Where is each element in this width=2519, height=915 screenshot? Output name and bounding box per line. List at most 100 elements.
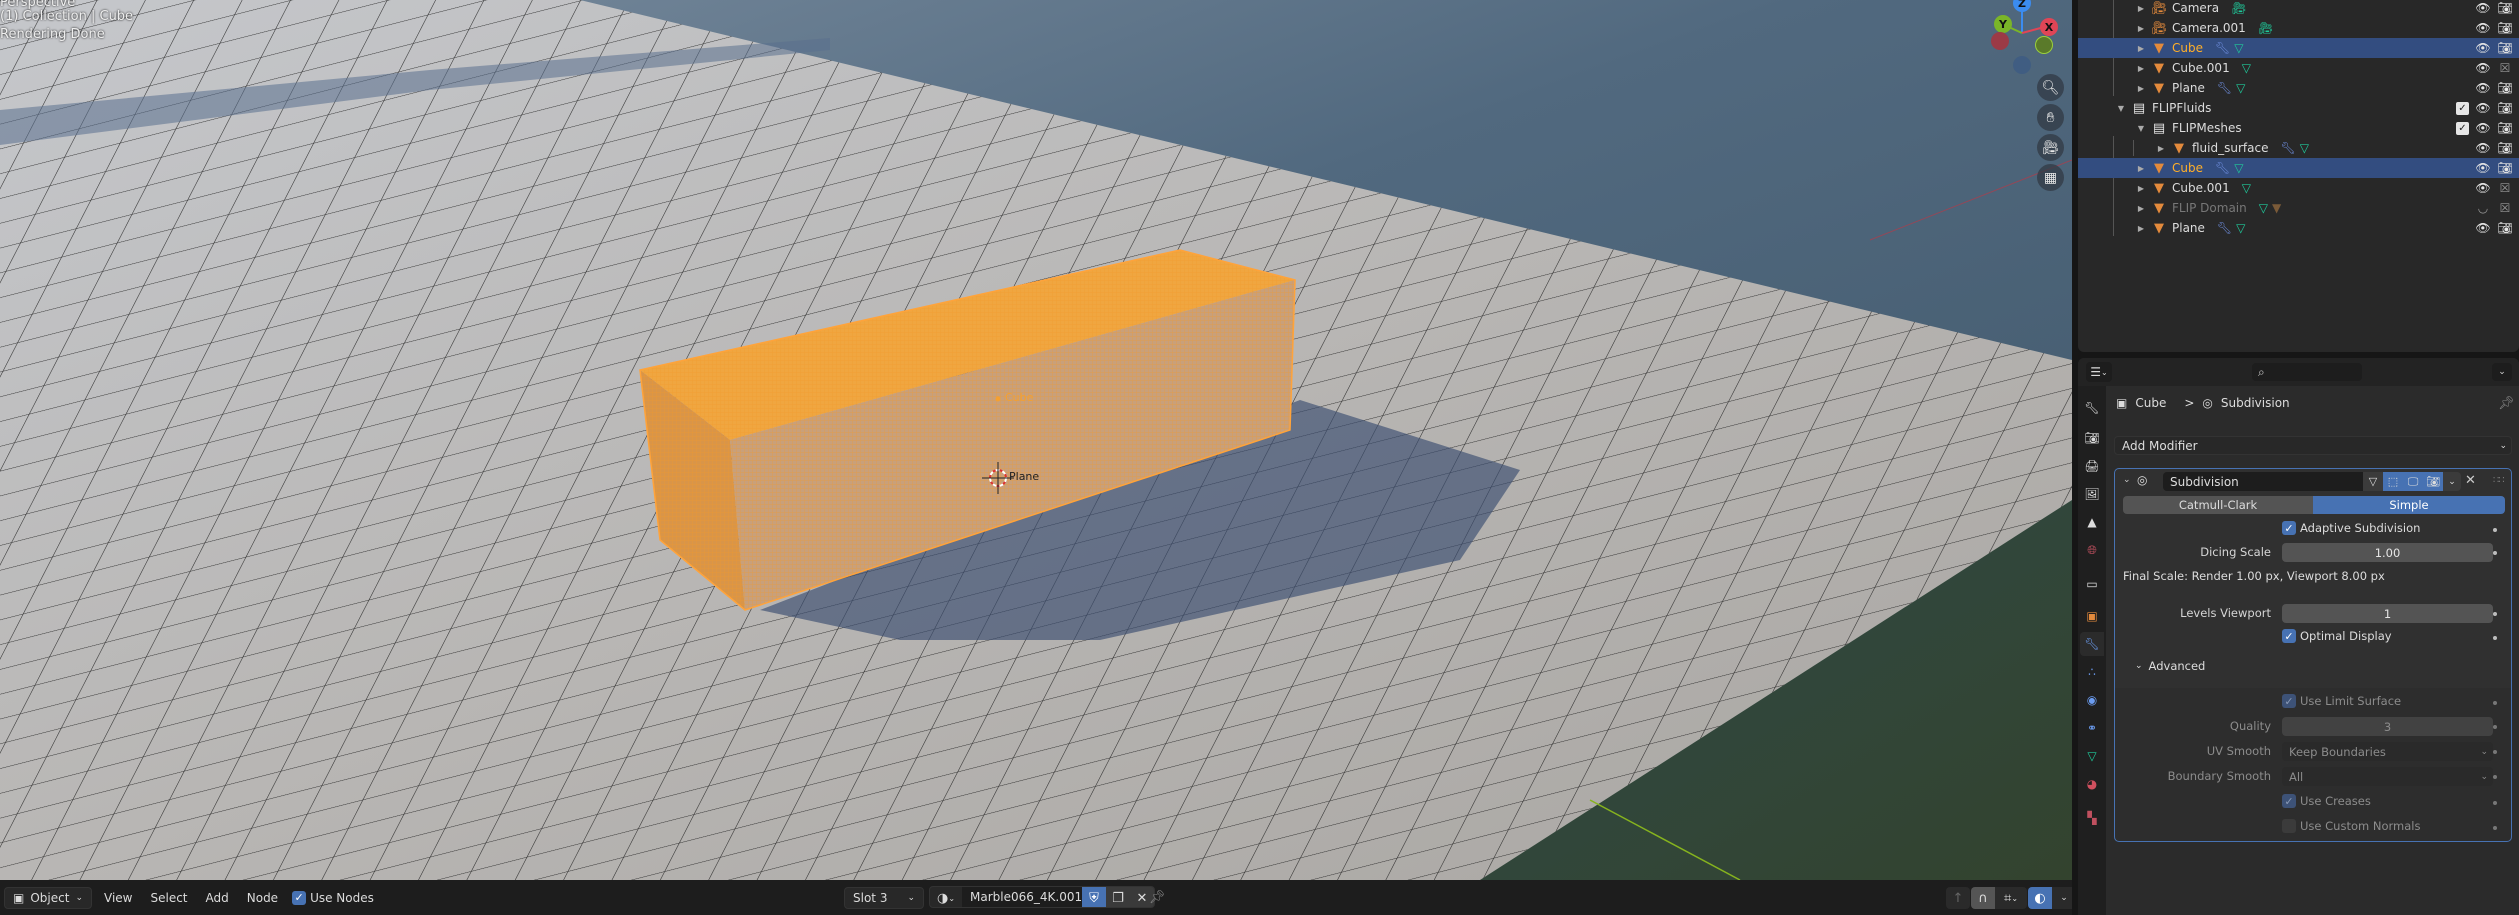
use-nodes-toggle[interactable]: ✓ Use Nodes bbox=[290, 887, 376, 909]
eye-icon[interactable]: 👁︎ bbox=[2475, 140, 2491, 156]
zoom-icon[interactable]: 🔍︎ bbox=[2037, 74, 2064, 101]
checkbox-checked-icon[interactable]: ✓ bbox=[2282, 521, 2296, 535]
render-camera-icon[interactable]: 📷︎ bbox=[2497, 140, 2513, 156]
add-modifier-dropdown[interactable]: Add Modifier ⌄ bbox=[2114, 436, 2512, 455]
outliner-row[interactable]: ▶ ▼ Cube.001 ▽ 👁︎ ☒ bbox=[2078, 58, 2519, 78]
eye-icon[interactable]: 👁︎ bbox=[2475, 40, 2491, 56]
expand-arrow-icon[interactable]: ▶ bbox=[2136, 24, 2146, 33]
levels-viewport-field[interactable]: 1 bbox=[2282, 604, 2493, 623]
render-camera-icon[interactable]: 📷︎ bbox=[2497, 160, 2513, 176]
outliner-row[interactable]: ▶ ▼ Cube 🔧︎ ▽ 👁︎ 📷︎ bbox=[2078, 38, 2519, 58]
outliner-row[interactable]: ▶ ▼ Plane 🔧︎ ▽ 👁︎ 📷︎ bbox=[2078, 78, 2519, 98]
outliner-row[interactable]: ▶ 🎥︎ Camera.001 🎥︎ 👁︎ 📷︎ bbox=[2078, 18, 2519, 38]
use-creases-checkbox[interactable]: ✓ Use Creases bbox=[2282, 794, 2371, 808]
render-camera-icon[interactable]: 📷︎ bbox=[2423, 472, 2443, 491]
boundary-smooth-dropdown[interactable]: All ⌄ bbox=[2282, 767, 2493, 786]
collapse-chevron-icon[interactable]: ⌄ bbox=[2123, 475, 2131, 485]
tab-object-icon[interactable]: ▣ bbox=[2080, 604, 2104, 628]
modifier-menu-chevron-icon[interactable]: ⌄ bbox=[2443, 472, 2461, 491]
menu-node[interactable]: Node bbox=[241, 887, 284, 909]
render-camera-icon[interactable]: 📷︎ bbox=[2497, 220, 2513, 236]
eye-icon[interactable]: 👁︎ bbox=[2475, 0, 2491, 16]
properties-editor[interactable]: ☰ ⌄ ⌕ ⌄ 🔧︎ 📷︎ 🖨︎ 🖼︎ ▲ 🌐︎ ▭ ▣ 🔧︎ ∴ ◉ ⚭ ▽ ◕… bbox=[2078, 358, 2519, 915]
eye-icon[interactable]: 👁︎ bbox=[2475, 160, 2491, 176]
material-name-field[interactable]: Marble066_4K.001 bbox=[962, 887, 1082, 907]
eye-icon[interactable]: 👁︎ bbox=[2475, 80, 2491, 96]
eye-icon[interactable]: 👁︎ bbox=[2475, 60, 2491, 76]
snap-magnet-icon[interactable]: ∩ bbox=[1971, 887, 1995, 909]
eye-icon[interactable]: 👁︎ bbox=[2475, 20, 2491, 36]
tab-constraints-icon[interactable]: ⚭ bbox=[2080, 716, 2104, 740]
outliner-row[interactable]: ▶ ▼ FLIP Domain ▽ ▼ ◡ ☒ bbox=[2078, 198, 2519, 218]
modifier-wrench-icon[interactable]: 🔧︎ bbox=[2217, 221, 2232, 235]
checkbox-checked-icon[interactable]: ✓ bbox=[2282, 629, 2296, 643]
tab-output-icon[interactable]: 🖨︎ bbox=[2080, 454, 2104, 478]
render-camera-icon[interactable]: 📷︎ bbox=[2497, 120, 2513, 136]
use-custom-normals-checkbox[interactable]: Use Custom Normals bbox=[2282, 819, 2420, 833]
mesh-data-icon[interactable]: ▽ bbox=[2236, 221, 2245, 235]
checkbox-checked-icon[interactable]: ✓ bbox=[2282, 694, 2296, 708]
mode-dropdown[interactable]: ▣ Object ⌄ bbox=[4, 886, 92, 909]
edit-mode-icon[interactable]: ⬚ bbox=[2383, 472, 2403, 491]
drag-handle-icon[interactable]: ∷∷ bbox=[2493, 475, 2505, 486]
menu-view[interactable]: View bbox=[98, 887, 138, 909]
eye-icon[interactable]: 👁︎ bbox=[2475, 220, 2491, 236]
mesh-data-icon[interactable]: ▽ bbox=[2234, 161, 2243, 175]
keyframe-dot[interactable] bbox=[2493, 551, 2497, 555]
outliner-row[interactable]: ▼ ▤ FLIPMeshes ✓ 👁︎ 📷︎ bbox=[2078, 118, 2519, 138]
slot-dropdown[interactable]: Slot 3 ⌄ bbox=[844, 886, 924, 909]
neg-x-axis[interactable] bbox=[1991, 32, 2009, 50]
ortho-grid-icon[interactable]: ▦ bbox=[2037, 164, 2064, 191]
overlays-icon[interactable]: ◐ bbox=[2028, 887, 2052, 909]
render-camera-icon[interactable]: 📷︎ bbox=[2497, 100, 2513, 116]
optimal-display-checkbox[interactable]: ✓ Optimal Display bbox=[2282, 629, 2392, 643]
keyframe-dot[interactable] bbox=[2493, 612, 2497, 616]
expand-arrow-icon[interactable]: ▶ bbox=[2136, 184, 2146, 193]
3d-viewport[interactable]: Perspective (1) Collection | Cube Render… bbox=[0, 0, 2072, 880]
menu-select[interactable]: Select bbox=[144, 887, 193, 909]
render-disabled-icon[interactable]: ☒ bbox=[2497, 200, 2513, 216]
keyframe-dot[interactable] bbox=[2493, 725, 2497, 729]
modifier-wrench-icon[interactable]: 🔧︎ bbox=[2280, 141, 2295, 155]
expand-arrow-icon[interactable]: ▶ bbox=[2136, 224, 2146, 233]
mesh-data-icon[interactable]: ▽ bbox=[2259, 201, 2268, 215]
mesh-data-icon[interactable]: ▽ bbox=[2300, 141, 2309, 155]
menu-add[interactable]: Add bbox=[200, 887, 235, 909]
keyframe-dot[interactable] bbox=[2493, 775, 2497, 779]
quality-field[interactable]: 3 bbox=[2282, 717, 2493, 736]
render-disabled-icon[interactable]: ☒ bbox=[2497, 180, 2513, 196]
tab-scene-icon[interactable]: ▲ bbox=[2080, 510, 2104, 534]
expand-arrow-icon[interactable]: ▶ bbox=[2136, 84, 2146, 93]
outliner-row[interactable]: ▶ ▼ fluid_surface 🔧︎ ▽ 👁︎ 📷︎ bbox=[2078, 138, 2519, 158]
pin-icon[interactable]: 📌︎ bbox=[1145, 886, 1169, 908]
keyframe-dot[interactable] bbox=[2493, 750, 2497, 754]
on-cage-icon[interactable]: ▽ bbox=[2363, 472, 2383, 491]
outliner-row[interactable]: ▶ ▼ Plane 🔧︎ ▽ 👁︎ 📷︎ bbox=[2078, 218, 2519, 238]
exclude-checkbox-icon[interactable]: ✓ bbox=[2456, 101, 2469, 115]
tab-material-icon[interactable]: ◕ bbox=[2080, 772, 2104, 796]
dicing-scale-field[interactable]: 1.00 bbox=[2282, 543, 2493, 562]
modifier-name-input[interactable]: Subdivision bbox=[2163, 472, 2363, 491]
exclude-checkbox-icon[interactable]: ✓ bbox=[2456, 121, 2469, 135]
render-camera-icon[interactable]: 📷︎ bbox=[2497, 40, 2513, 56]
mesh-object-icon[interactable]: ▼ bbox=[2272, 201, 2281, 215]
outliner[interactable]: ▶ 🎥︎ Camera 🎥︎ 👁︎ 📷︎ ▶ 🎥︎ Camera.001 🎥︎ 👁︎ 📷︎ ▶ ▼ Cube… bbox=[2078, 0, 2519, 352]
use-limit-surface-checkbox[interactable]: ✓ Use Limit Surface bbox=[2282, 694, 2401, 708]
modifier-wrench-icon[interactable]: 🔧︎ bbox=[2217, 81, 2232, 95]
snap-grid-icon[interactable]: ⌗ ⌄ bbox=[1995, 887, 2027, 909]
render-disabled-icon[interactable]: ☒ bbox=[2497, 60, 2513, 76]
tab-collection-icon[interactable]: ▭ bbox=[2080, 572, 2104, 596]
tab-tool-icon[interactable]: 🔧︎ bbox=[2080, 396, 2104, 420]
render-camera-icon[interactable]: 📷︎ bbox=[2497, 80, 2513, 96]
expand-arrow-icon[interactable]: ▶ bbox=[2156, 144, 2166, 153]
properties-search-input[interactable]: ⌕ bbox=[2252, 363, 2362, 381]
keyframe-dot[interactable] bbox=[2493, 701, 2497, 705]
mesh-data-icon[interactable]: ▽ bbox=[2236, 81, 2245, 95]
camera-view-icon[interactable]: 🎥︎ bbox=[2037, 134, 2064, 161]
y-axis[interactable]: Y bbox=[1994, 15, 2012, 33]
pan-hand-icon[interactable]: ✋︎ bbox=[2037, 104, 2064, 131]
tab-simple[interactable]: Simple bbox=[2313, 496, 2505, 514]
tab-world-icon[interactable]: 🌐︎ bbox=[2080, 538, 2104, 562]
remove-modifier-close-icon[interactable]: ✕ bbox=[2465, 473, 2476, 488]
uv-smooth-dropdown[interactable]: Keep Boundaries ⌄ bbox=[2282, 742, 2493, 761]
